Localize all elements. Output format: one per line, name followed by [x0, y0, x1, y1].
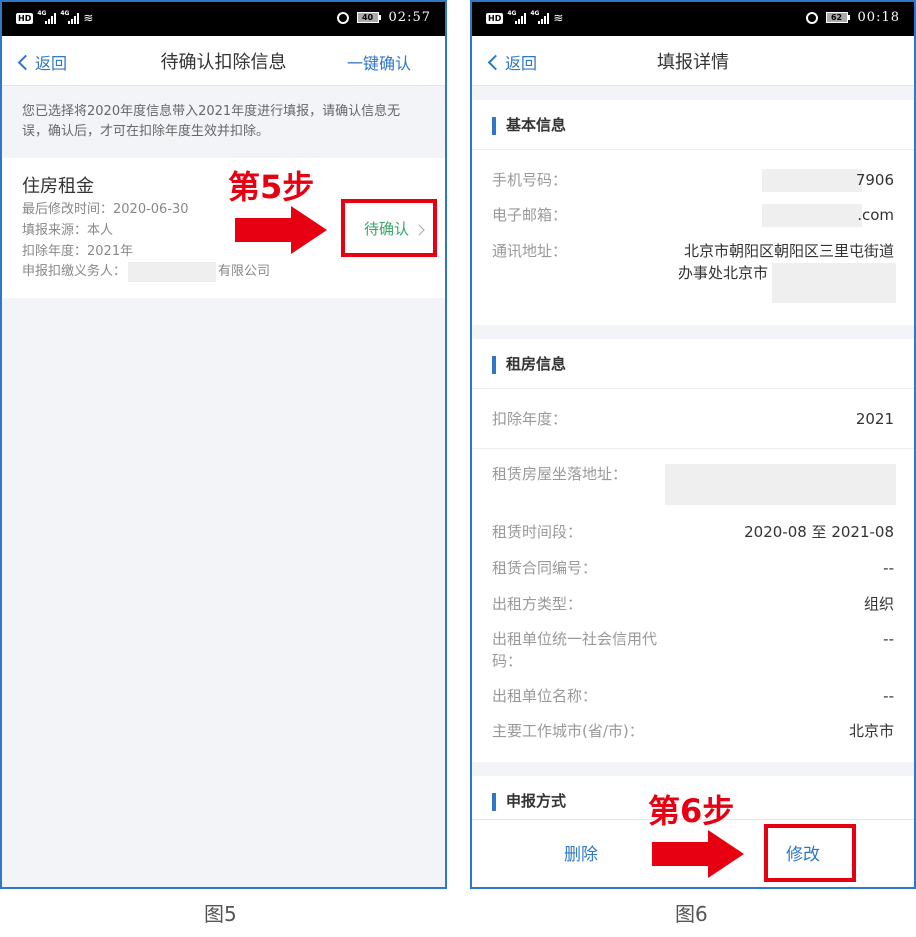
withholder-suffix: 有限公司 [218, 264, 271, 279]
redacted-block [665, 464, 896, 505]
card-title: 住房租金 [22, 176, 94, 197]
signal-icon: 4G [507, 10, 527, 24]
signal-icon: 4G [60, 10, 80, 24]
section-header-basic: 基本信息 [472, 100, 914, 150]
redacted-block [762, 204, 862, 227]
hd-icon: HD [16, 12, 34, 24]
basic-info-body: 手机号码： 7906 电子邮箱： .com 通讯地址： 北京市朝阳区朝阳区三里屯… [472, 150, 914, 325]
section-marker [492, 117, 496, 135]
year-value: 2021 [855, 410, 894, 428]
section-title: 基本信息 [506, 116, 567, 134]
lessor-name-label: 出租单位名称： [492, 687, 598, 705]
lessor-type-label: 出租方类型： [492, 595, 583, 613]
address-label: 通讯地址： [492, 242, 568, 260]
screenshot-panel-1: HD 4G 4G ≋ 40 02:57 返回 待确认扣除信息 一键确认 您已选择… [0, 0, 447, 889]
figure-caption-5: 图5 [204, 902, 237, 926]
alarm-icon [336, 11, 349, 24]
section-title: 租房信息 [506, 355, 567, 373]
last-modified: 最后修改时间：2020-06-30 [22, 202, 189, 217]
credit-code-value: -- [883, 630, 894, 648]
deduction-year: 扣除年度：2021年 [22, 244, 134, 259]
rent-info-body: 扣除年度： 2021 租赁房屋坐落地址： 租赁时间段： 2020-08 至 20… [472, 389, 914, 762]
withholder-label: 申报扣缴义务人： [22, 264, 127, 279]
lessor-type-value: 组织 [863, 595, 894, 613]
wifi-icon: ≋ [553, 11, 564, 25]
notice-text: 您已选择将2020年度信息带入2021年度进行填报，请确认信息无误，确认后，才可… [22, 104, 401, 139]
divider [472, 448, 914, 449]
nav-bar: 返回 填报详情 [472, 36, 914, 86]
nav-bar: 返回 待确认扣除信息 一键确认 [2, 36, 445, 86]
alarm-icon [805, 11, 818, 24]
fill-source: 填报来源：本人 [22, 223, 114, 238]
contract-value: -- [883, 559, 894, 577]
confirm-all-button[interactable]: 一键确认 [347, 50, 411, 74]
city-label: 主要工作城市(省/市)： [492, 722, 644, 740]
period-value: 2020-08 至 2021-08 [744, 523, 894, 541]
highlight-box [764, 824, 856, 882]
phone-label: 手机号码： [492, 171, 568, 189]
step-5-label: 第5步 [228, 168, 315, 206]
lessor-name-value: -- [883, 687, 894, 705]
house-address-label: 租赁房屋坐落地址： [492, 465, 628, 483]
contract-label: 租赁合同编号： [492, 559, 598, 577]
credit-code-label-2: 码： [492, 652, 523, 670]
redacted-block [772, 263, 896, 303]
signal-icon: 4G [530, 10, 550, 24]
section-marker [492, 356, 496, 374]
red-arrow-icon [235, 206, 327, 254]
withholder: 申报扣缴义务人： 有限公司 [22, 260, 270, 282]
phone-value: 7906 [855, 171, 894, 189]
status-bar: HD 4G 4G ≋ 62 00:18 [472, 2, 914, 36]
page-title: 填报详情 [657, 52, 729, 73]
battery-icon: 62 [825, 12, 850, 23]
section-header-rent: 租房信息 [472, 339, 914, 389]
section-title: 申报方式 [506, 792, 567, 810]
figure-caption-6: 图6 [675, 902, 708, 926]
step-6-label: 第6步 [648, 792, 735, 830]
highlight-box [341, 199, 437, 257]
battery-icon: 40 [356, 12, 381, 23]
delete-button[interactable]: 删除 [564, 840, 598, 865]
email-label: 电子邮箱： [492, 206, 568, 224]
wifi-icon: ≋ [83, 11, 94, 25]
city-value: 北京市 [848, 722, 894, 740]
hd-icon: HD [486, 12, 504, 24]
credit-code-label-1: 出租单位统一社会信用代 [492, 630, 658, 648]
red-arrow-icon [652, 830, 744, 878]
clock: 02:57 [388, 10, 431, 25]
redacted-block [762, 169, 862, 192]
address-line-1: 北京市朝阳区朝阳区三里屯街道 [683, 242, 894, 260]
email-value: .com [857, 206, 894, 224]
section-marker [492, 793, 496, 811]
redacted-block [128, 261, 217, 282]
signal-icon: 4G [37, 10, 57, 24]
screenshot-panel-2: HD 4G 4G ≋ 62 00:18 返回 填报详情 基本信息 手机号码： 7… [470, 0, 916, 889]
year-label: 扣除年度： [492, 410, 568, 428]
clock: 00:18 [857, 10, 900, 25]
period-label: 租赁时间段： [492, 523, 583, 541]
address-line-2: 办事处北京市 [678, 264, 769, 282]
status-bar: HD 4G 4G ≋ 40 02:57 [2, 2, 445, 36]
